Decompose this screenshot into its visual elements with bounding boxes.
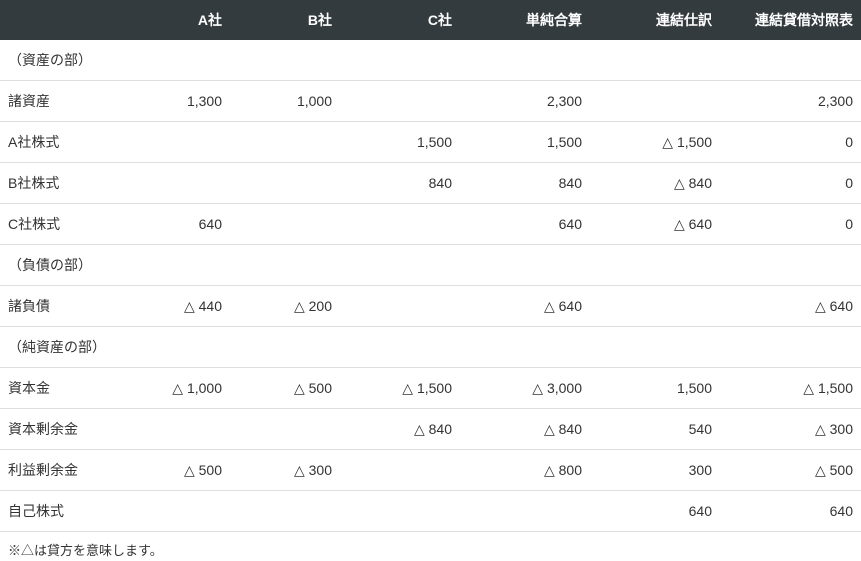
cell-b: △ 500 bbox=[230, 368, 340, 409]
header-b: B社 bbox=[230, 0, 340, 40]
cell-c bbox=[340, 286, 460, 327]
row-label: 資本剰余金 bbox=[0, 409, 120, 450]
cell-b bbox=[230, 409, 340, 450]
cell-b: △ 200 bbox=[230, 286, 340, 327]
cell-b bbox=[230, 122, 340, 163]
cell-cons: 0 bbox=[720, 163, 861, 204]
cell-adj: 540 bbox=[590, 409, 720, 450]
cell-cons: 0 bbox=[720, 204, 861, 245]
header-sum: 単純合算 bbox=[460, 0, 590, 40]
cell-sum: △ 840 bbox=[460, 409, 590, 450]
cell-adj: △ 840 bbox=[590, 163, 720, 204]
cell-a: △ 440 bbox=[120, 286, 230, 327]
cell-b bbox=[230, 204, 340, 245]
cell-a bbox=[120, 491, 230, 532]
header-row: A社 B社 C社 単純合算 連結仕訳 連結貸借対照表 bbox=[0, 0, 861, 40]
cell-c bbox=[340, 491, 460, 532]
row-label: 資本金 bbox=[0, 368, 120, 409]
header-a: A社 bbox=[120, 0, 230, 40]
cell-a bbox=[120, 122, 230, 163]
cell-c bbox=[340, 450, 460, 491]
cell-sum bbox=[460, 491, 590, 532]
cell-sum: △ 800 bbox=[460, 450, 590, 491]
cell-sum: 640 bbox=[460, 204, 590, 245]
cell-a: 640 bbox=[120, 204, 230, 245]
cell-c: 1,500 bbox=[340, 122, 460, 163]
header-blank bbox=[0, 0, 120, 40]
cell-cons: △ 300 bbox=[720, 409, 861, 450]
table-row: B社株式840840△ 8400 bbox=[0, 163, 861, 204]
table-row: C社株式640640△ 6400 bbox=[0, 204, 861, 245]
cell-cons: △ 1,500 bbox=[720, 368, 861, 409]
cell-cons: △ 640 bbox=[720, 286, 861, 327]
cell-b bbox=[230, 163, 340, 204]
section-liabilities: （負債の部） bbox=[0, 245, 861, 286]
cell-cons: △ 500 bbox=[720, 450, 861, 491]
row-label: 諸負債 bbox=[0, 286, 120, 327]
table-row: 利益剰余金△ 500△ 300△ 800300△ 500 bbox=[0, 450, 861, 491]
cell-cons: 640 bbox=[720, 491, 861, 532]
header-adj: 連結仕訳 bbox=[590, 0, 720, 40]
cell-c bbox=[340, 81, 460, 122]
row-label: 諸資産 bbox=[0, 81, 120, 122]
row-label: 自己株式 bbox=[0, 491, 120, 532]
cell-cons: 2,300 bbox=[720, 81, 861, 122]
cell-sum: △ 640 bbox=[460, 286, 590, 327]
cell-a bbox=[120, 409, 230, 450]
table-row: 資本剰余金△ 840△ 840540△ 300 bbox=[0, 409, 861, 450]
cell-adj: 300 bbox=[590, 450, 720, 491]
cell-b bbox=[230, 491, 340, 532]
cell-sum: 1,500 bbox=[460, 122, 590, 163]
table-row: A社株式1,5001,500△ 1,5000 bbox=[0, 122, 861, 163]
cell-adj bbox=[590, 286, 720, 327]
table-row: 自己株式 640640 bbox=[0, 491, 861, 532]
cell-sum: 840 bbox=[460, 163, 590, 204]
row-label: C社株式 bbox=[0, 204, 120, 245]
header-c: C社 bbox=[340, 0, 460, 40]
cell-adj bbox=[590, 81, 720, 122]
cell-c bbox=[340, 204, 460, 245]
cell-a bbox=[120, 163, 230, 204]
balance-sheet-table: A社 B社 C社 単純合算 連結仕訳 連結貸借対照表 （資産の部）諸資産1,30… bbox=[0, 0, 861, 532]
table-row: 諸資産1,3001,000 2,300 2,300 bbox=[0, 81, 861, 122]
section-assets-label: （資産の部） bbox=[0, 40, 861, 81]
header-cons: 連結貸借対照表 bbox=[720, 0, 861, 40]
cell-c: 840 bbox=[340, 163, 460, 204]
cell-a: 1,300 bbox=[120, 81, 230, 122]
cell-c: △ 840 bbox=[340, 409, 460, 450]
cell-b: 1,000 bbox=[230, 81, 340, 122]
cell-adj: 640 bbox=[590, 491, 720, 532]
cell-adj: △ 640 bbox=[590, 204, 720, 245]
cell-a: △ 1,000 bbox=[120, 368, 230, 409]
section-liabilities-label: （負債の部） bbox=[0, 245, 861, 286]
footnote: ※△は貸方を意味します。 bbox=[0, 532, 861, 559]
row-label: B社株式 bbox=[0, 163, 120, 204]
cell-c: △ 1,500 bbox=[340, 368, 460, 409]
section-assets: （資産の部） bbox=[0, 40, 861, 81]
cell-adj: 1,500 bbox=[590, 368, 720, 409]
row-label: A社株式 bbox=[0, 122, 120, 163]
row-label: 利益剰余金 bbox=[0, 450, 120, 491]
table-row: 資本金△ 1,000△ 500△ 1,500△ 3,0001,500△ 1,50… bbox=[0, 368, 861, 409]
cell-a: △ 500 bbox=[120, 450, 230, 491]
cell-sum: △ 3,000 bbox=[460, 368, 590, 409]
table-row: 諸負債△ 440△ 200 △ 640 △ 640 bbox=[0, 286, 861, 327]
cell-adj: △ 1,500 bbox=[590, 122, 720, 163]
section-equity-label: （純資産の部） bbox=[0, 327, 861, 368]
cell-b: △ 300 bbox=[230, 450, 340, 491]
cell-cons: 0 bbox=[720, 122, 861, 163]
section-equity: （純資産の部） bbox=[0, 327, 861, 368]
cell-sum: 2,300 bbox=[460, 81, 590, 122]
